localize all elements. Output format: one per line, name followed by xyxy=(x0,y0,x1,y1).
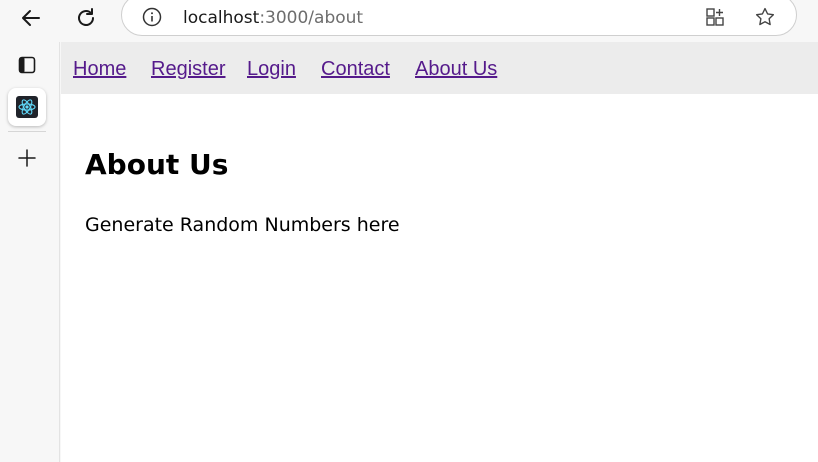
refresh-icon xyxy=(78,8,94,26)
back-button[interactable] xyxy=(17,4,45,32)
browser-toolbar: localhost:3000/about xyxy=(0,0,818,42)
plus-icon xyxy=(18,149,36,167)
info-icon[interactable] xyxy=(142,7,162,31)
refresh-button[interactable] xyxy=(72,4,100,32)
url-path: :3000/about xyxy=(259,8,364,28)
site-navigation: Home Register Login Contact About Us xyxy=(61,42,818,94)
nav-link-register[interactable]: Register xyxy=(151,58,225,81)
arrow-left-icon xyxy=(22,10,40,26)
url-host: localhost xyxy=(183,8,260,28)
page-description: Generate Random Numbers here xyxy=(85,214,400,236)
star-icon[interactable] xyxy=(754,6,776,32)
tab-actions-icon xyxy=(18,56,36,74)
react-logo-icon xyxy=(16,96,38,118)
add-app-icon[interactable] xyxy=(705,7,725,31)
url-text[interactable]: localhost:3000/about xyxy=(183,8,363,28)
tab-actions-button[interactable] xyxy=(8,46,46,84)
sidebar-divider xyxy=(8,131,46,132)
nav-link-home[interactable]: Home xyxy=(73,58,126,81)
nav-link-about-us[interactable]: About Us xyxy=(415,58,497,81)
nav-link-contact[interactable]: Contact xyxy=(321,58,390,81)
address-bar[interactable]: localhost:3000/about xyxy=(121,0,797,36)
new-tab-button[interactable] xyxy=(8,139,46,177)
tab-react-app[interactable] xyxy=(8,88,46,126)
web-page: Home Register Login Contact About Us Abo… xyxy=(61,42,818,462)
vertical-tab-strip xyxy=(0,42,60,462)
page-title: About Us xyxy=(85,148,229,181)
nav-link-login[interactable]: Login xyxy=(247,58,296,81)
